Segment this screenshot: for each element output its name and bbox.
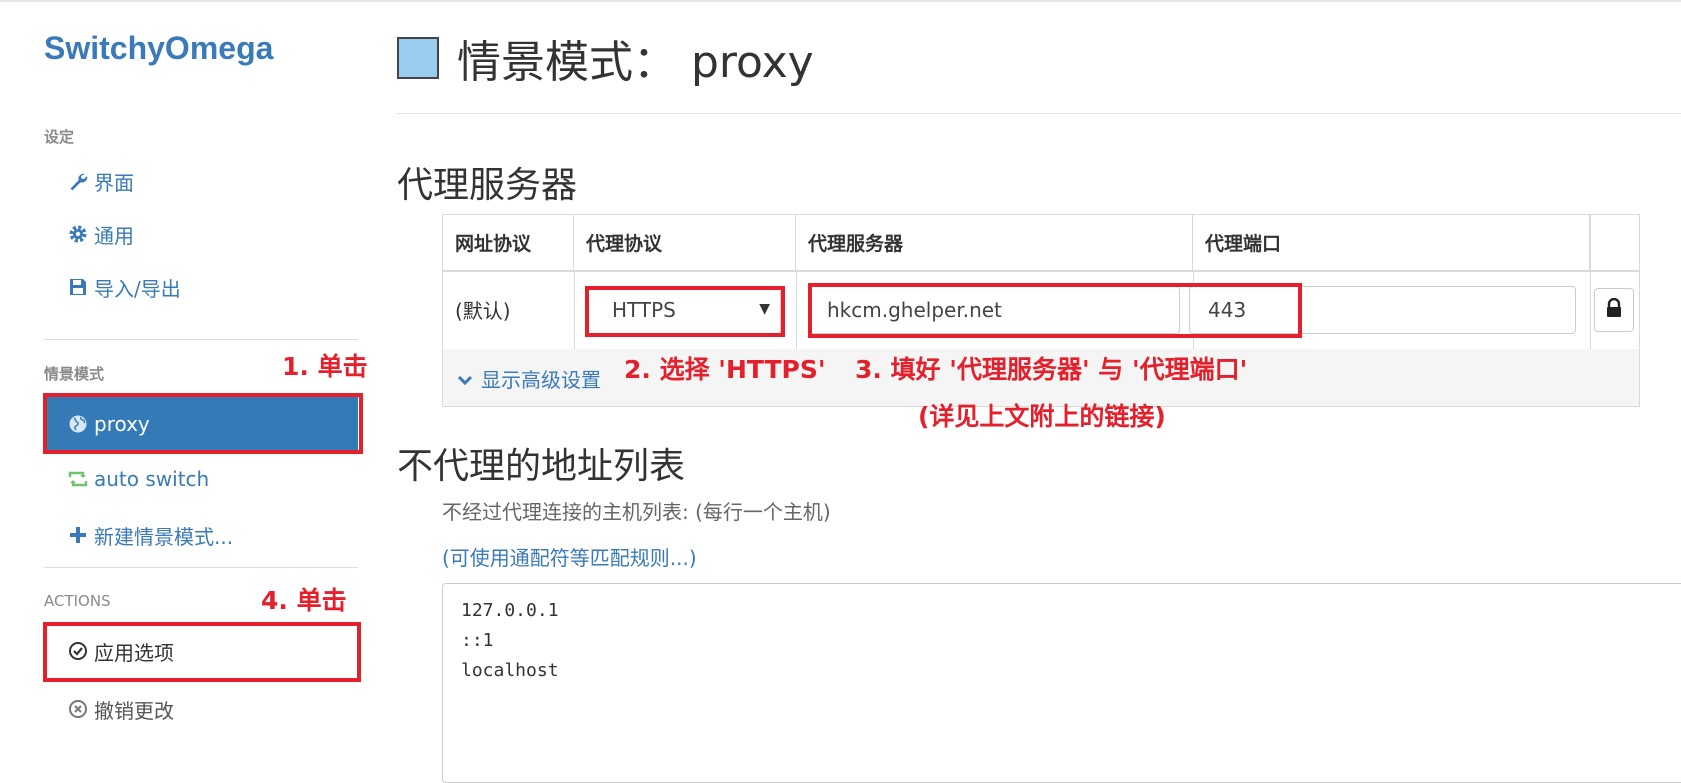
annotation-box-proxy — [43, 393, 363, 454]
floppy-icon — [66, 277, 90, 297]
annotation-step1: 1. 单击 — [282, 352, 368, 381]
annotation-box-protocol — [585, 286, 785, 337]
annotation-step3-note: (详见上文附上的链接) — [918, 402, 1166, 431]
column-header: 代理协议 — [574, 215, 796, 270]
header-divider — [397, 113, 1681, 114]
column-header: 网址协议 — [443, 215, 574, 270]
column-header: 代理端口 — [1193, 215, 1590, 270]
profiles-heading: 情景模式 — [44, 365, 105, 383]
table-divider — [443, 270, 1639, 272]
cell-divider — [796, 270, 797, 349]
bypass-list-textarea[interactable]: 127.0.0.1 ::1 localhost — [442, 583, 1681, 783]
bypass-entry: localhost — [461, 660, 559, 681]
actions-heading: ACTIONS — [44, 592, 111, 610]
wildcard-rules-link[interactable]: (可使用通配符等匹配规则...) — [442, 542, 697, 571]
annotation-step4: 4. 单击 — [261, 586, 347, 615]
lock-icon — [1605, 297, 1623, 322]
wrench-icon — [66, 171, 90, 191]
plus-icon — [66, 525, 90, 545]
action-label: 撤销更改 — [94, 698, 174, 723]
sidebar-item-label: 导入/导出 — [94, 276, 181, 301]
cell-divider — [574, 270, 575, 349]
sidebar-divider — [44, 567, 358, 568]
annotation-step2: 2. 选择 'HTTPS' — [624, 355, 826, 384]
auth-lock-button[interactable] — [1594, 288, 1634, 332]
sidebar-item-label: 新建情景模式... — [94, 524, 234, 549]
page-title: 情景模式： proxy — [457, 37, 814, 88]
chevron-down-icon — [457, 367, 473, 391]
page-header: 情景模式： proxy — [397, 26, 814, 90]
sidebar-item-general[interactable]: 通用 — [44, 207, 364, 261]
annotation-box-apply — [43, 622, 361, 682]
sidebar-item-label: 界面 — [94, 170, 134, 195]
bypass-entry: 127.0.0.1 — [461, 600, 559, 621]
profile-color-swatch[interactable] — [397, 37, 439, 79]
sidebar-divider — [44, 339, 358, 340]
sidebar-item-label: auto switch — [94, 467, 210, 491]
bypass-section-heading: 不代理的地址列表 — [397, 446, 686, 487]
discard-changes-button[interactable]: 撤销更改 — [44, 682, 364, 736]
settings-heading: 设定 — [44, 128, 75, 146]
column-header: 代理服务器 — [796, 215, 1193, 270]
x-circle-icon — [66, 699, 90, 719]
app-brand[interactable]: SwitchyOmega — [44, 30, 273, 67]
show-advanced-link[interactable]: 显示高级设置 — [457, 364, 601, 393]
retweet-icon — [66, 469, 90, 489]
top-border — [0, 0, 1681, 2]
bypass-hint: 不经过代理连接的主机列表: (每行一个主机) — [442, 500, 831, 524]
sidebar-item-label: 通用 — [94, 223, 134, 248]
proxy-section-heading: 代理服务器 — [397, 165, 578, 206]
cell-divider — [1590, 215, 1591, 349]
annotation-box-server-port — [808, 283, 1302, 338]
sidebar-item-new-profile[interactable]: 新建情景模式... — [44, 508, 364, 562]
show-advanced-label: 显示高级设置 — [481, 368, 601, 392]
bypass-entry: ::1 — [461, 630, 494, 651]
gear-icon — [66, 224, 90, 244]
sidebar-item-interface[interactable]: 界面 — [44, 154, 364, 208]
annotation-step3: 3. 填好 '代理服务器' 与 '代理端口' — [855, 355, 1248, 384]
sidebar-item-auto-switch[interactable]: auto switch — [44, 452, 364, 506]
url-scheme-label: (默认) — [455, 299, 511, 323]
sidebar-item-import-export[interactable]: 导入/导出 — [44, 260, 364, 314]
